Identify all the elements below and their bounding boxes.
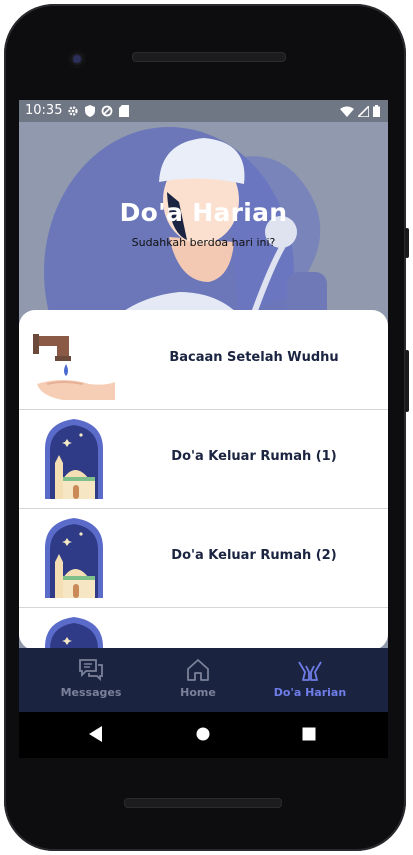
mosque-icon — [45, 518, 103, 598]
praying-hands-icon — [298, 661, 322, 681]
list-item-wudhu[interactable]: Bacaan Setelah Wudhu — [19, 310, 388, 410]
list-item-partial[interactable] — [19, 607, 388, 650]
nav-home[interactable]: Home — [148, 658, 248, 699]
sd-card-icon — [119, 105, 129, 117]
volume-button[interactable] — [405, 350, 409, 412]
recents-icon[interactable] — [302, 726, 316, 742]
prayer-list-card: Bacaan Setelah Wudhu Do'a Keluar Rumah (… — [19, 310, 388, 650]
home-icon — [187, 659, 209, 681]
back-icon[interactable] — [89, 726, 103, 742]
signal-icon — [358, 105, 369, 117]
prayer-title: Bacaan Setelah Wudhu — [169, 350, 339, 365]
system-navigation-bar — [19, 712, 388, 758]
home-circle-icon[interactable] — [196, 726, 210, 742]
mosque-icon — [45, 617, 103, 650]
front-camera — [68, 50, 86, 68]
hero-title: Do'a Harian — [119, 198, 288, 227]
nav-doa-harian[interactable]: Do'a Harian — [260, 658, 360, 699]
wifi-icon — [340, 106, 354, 117]
list-item-keluar-rumah-1[interactable]: Do'a Keluar Rumah (1) — [19, 409, 388, 509]
settings-gear-icon — [68, 106, 78, 116]
chat-bubbles-icon — [79, 659, 103, 682]
list-item-keluar-rumah-2[interactable]: Do'a Keluar Rumah (2) — [19, 508, 388, 608]
shield-icon — [85, 105, 95, 117]
app-screen: 10:35 Do'a Harian Sudahkah berdoa hari i… — [19, 100, 388, 712]
data-saver-icon — [101, 105, 113, 117]
power-button[interactable] — [405, 228, 409, 258]
battery-icon — [373, 105, 380, 117]
status-time: 10:35 — [25, 103, 63, 118]
nav-doa-label: Do'a Harian — [273, 686, 347, 699]
earpiece-speaker — [132, 52, 286, 62]
prayer-title: Do'a Keluar Rumah (2) — [171, 548, 337, 563]
faucet-hand-icon — [33, 334, 115, 400]
bottom-navigation: Messages Home Do'a Harian — [19, 648, 388, 712]
bottom-speaker — [124, 798, 282, 808]
hero-subtitle: Sudahkah berdoa hari ini? — [131, 236, 276, 249]
mosque-icon — [45, 419, 103, 499]
status-bar: 10:35 — [19, 100, 388, 122]
prayer-title: Do'a Keluar Rumah (1) — [171, 449, 337, 464]
nav-home-label: Home — [180, 686, 216, 699]
nav-messages[interactable]: Messages — [41, 658, 141, 699]
nav-messages-label: Messages — [60, 686, 122, 699]
